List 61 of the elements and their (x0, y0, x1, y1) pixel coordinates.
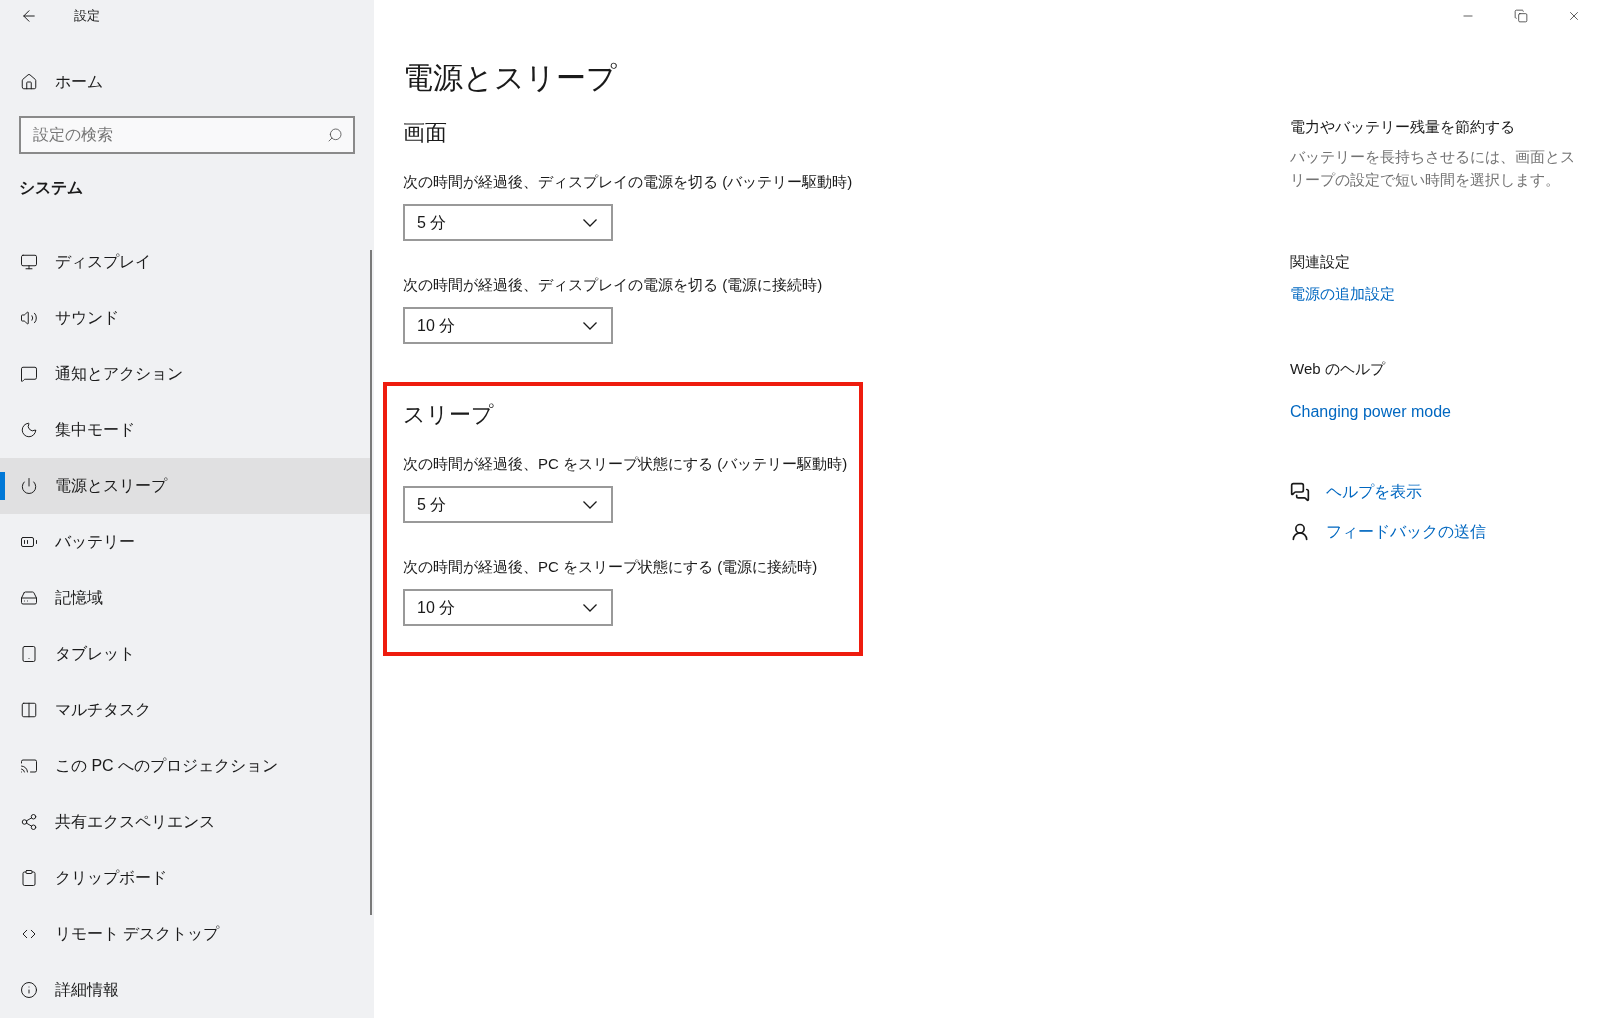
help-link[interactable]: ヘルプを表示 (1326, 480, 1422, 504)
nav-item[interactable]: 通知とアクション (0, 346, 374, 402)
speech-bubble-icon (20, 365, 38, 383)
nav-item[interactable]: 集中モード (0, 402, 374, 458)
cast-icon (20, 757, 38, 775)
nav-item[interactable]: クリップボード (0, 850, 374, 906)
nav-item[interactable]: 記憶域 (0, 570, 374, 626)
section-heading: 画面 (403, 119, 448, 147)
restore-icon (1513, 9, 1528, 23)
nav-item[interactable]: ディスプレイ (0, 234, 374, 290)
dropdown[interactable]: 10 分 (403, 307, 613, 344)
drive-icon (20, 589, 38, 607)
nav-item[interactable]: バッテリー (0, 514, 374, 570)
nav-item[interactable]: 電源とスリープ (0, 458, 370, 514)
section-heading: システム (18, 178, 84, 198)
tip-heading: 電力やバッテリー残量を節約する (1290, 117, 1516, 137)
monitor-icon (20, 253, 38, 271)
columns-icon (20, 701, 38, 719)
section-heading: スリープ (403, 401, 495, 429)
nav-item[interactable]: 詳細情報 (0, 962, 374, 1018)
chevron-down-icon (583, 321, 597, 330)
dropdown[interactable]: 10 分 (403, 589, 613, 626)
web-help-heading: Web のヘルプ (1290, 358, 1387, 379)
home-icon (20, 73, 38, 91)
setting-label: 次の時間が経過後、PC をスリープ状態にする (電源に接続時) (403, 557, 819, 577)
nav-item[interactable]: マルチタスク (0, 682, 374, 738)
chat-bubbles-icon (1290, 482, 1310, 502)
back-icon[interactable] (20, 7, 38, 25)
dropdown[interactable]: 5 分 (403, 204, 613, 241)
share-icon (20, 813, 38, 831)
search-field[interactable]: 設定の検索 (19, 116, 355, 154)
nav-item[interactable]: サウンド (0, 290, 374, 346)
search-icon (327, 127, 343, 143)
scrollbar[interactable] (370, 250, 372, 915)
window-title: 設定 (74, 7, 100, 26)
help-link[interactable]: フィードバックの送信 (1326, 520, 1486, 544)
selection-indicator (0, 472, 5, 500)
tip-text: バッテリーを長持ちさせるには、画面とスリープの設定で短い時間を選択します。 (1290, 146, 1576, 190)
power-icon (20, 477, 38, 495)
page-title: 電源とスリープ (403, 60, 618, 96)
additional-power-link[interactable]: 電源の追加設定 (1290, 283, 1600, 306)
related-heading: 関連設定 (1290, 251, 1351, 272)
chevron-down-icon (583, 500, 597, 509)
nav-item[interactable]: 共有エクスペリエンス (0, 794, 374, 850)
nav-item[interactable]: リモート デスクトップ (0, 906, 374, 962)
setting-label: 次の時間が経過後、PC をスリープ状態にする (バッテリー駆動時) (403, 454, 849, 474)
speaker-icon (20, 309, 38, 327)
web-help-link[interactable]: Changing power mode (1290, 400, 1600, 424)
dropdown[interactable]: 5 分 (403, 486, 613, 523)
person-icon (1290, 522, 1310, 542)
info-icon (20, 981, 38, 999)
moon-icon (20, 421, 38, 439)
home-link[interactable]: ホーム (0, 66, 374, 98)
setting-label: 次の時間が経過後、ディスプレイの電源を切る (バッテリー駆動時) (403, 172, 854, 192)
setting-label: 次の時間が経過後、ディスプレイの電源を切る (電源に接続時) (403, 275, 824, 295)
clipboard-icon (20, 869, 38, 887)
nav-item[interactable]: この PC へのプロジェクション (0, 738, 374, 794)
nav-item[interactable]: タブレット (0, 626, 374, 682)
chevron-down-icon (583, 218, 597, 227)
tablet-icon (20, 645, 38, 663)
chevron-down-icon (583, 603, 597, 612)
